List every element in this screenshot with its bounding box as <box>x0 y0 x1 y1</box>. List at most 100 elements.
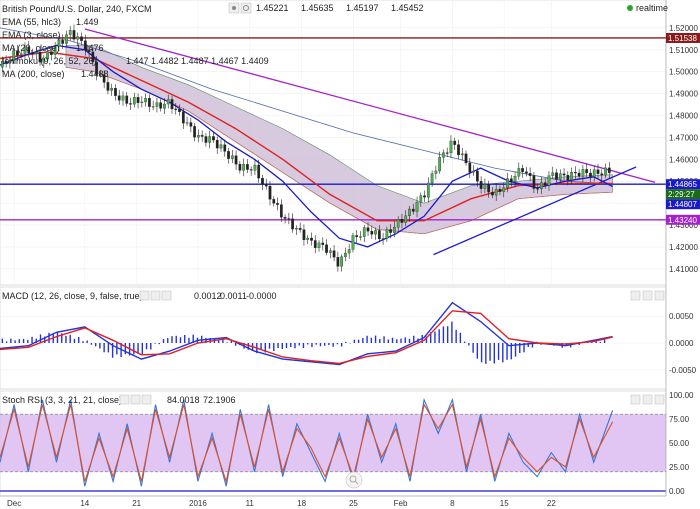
candle-body <box>400 219 404 223</box>
macd-close-icon[interactable] <box>161 290 172 301</box>
indicator-name: EMA (3, close) <box>2 30 61 40</box>
candle-body <box>351 235 355 250</box>
candle-body <box>502 187 506 192</box>
price-tick-label: 1.46000 <box>669 155 698 164</box>
price-tick-label: 1.51000 <box>669 46 698 55</box>
rsi-value-1: 84.0018 <box>167 395 200 405</box>
candle-body <box>411 208 415 212</box>
candle-body <box>212 136 215 141</box>
candle-body <box>136 97 140 103</box>
candle-body <box>223 144 227 152</box>
realtime-label: realtime <box>636 3 668 13</box>
candle-body <box>170 99 174 110</box>
eye-icon[interactable] <box>228 2 240 14</box>
candle-body <box>472 170 475 173</box>
candle-body <box>268 185 272 200</box>
rsi-pane[interactable] <box>0 390 667 497</box>
candle-body <box>249 169 253 171</box>
candle-body <box>359 236 362 238</box>
candle-body <box>166 99 170 105</box>
candle-body <box>347 249 351 254</box>
candle-body <box>317 242 321 248</box>
zoom-icon[interactable] <box>345 471 363 489</box>
candle-body <box>298 228 302 230</box>
candle-body <box>468 162 472 173</box>
macd-tick-label: 0.0000 <box>669 339 694 348</box>
candle-body <box>321 242 325 245</box>
candle-body <box>125 95 129 104</box>
candle-body <box>227 151 230 159</box>
chart-root: 1.52000 1.51000 1.50000 1.49000 1.48000 1.470… <box>0 0 700 509</box>
candle-body <box>257 164 261 179</box>
price-tick-label: 1.48000 <box>669 111 698 120</box>
macd-settings-icon[interactable] <box>150 290 161 301</box>
candle-body <box>457 144 460 156</box>
candle-body <box>415 202 419 212</box>
candle-body <box>600 173 604 176</box>
candle-body <box>423 195 426 198</box>
indicator-name: MA (20, close) <box>2 43 60 53</box>
candle-body <box>574 172 577 174</box>
candle-body <box>336 257 340 267</box>
candle-body <box>193 126 196 138</box>
rsi-pane-controls[interactable] <box>630 394 665 405</box>
candle-body <box>272 199 276 204</box>
candle-body <box>506 178 509 188</box>
candle-body <box>596 169 600 174</box>
candle-body <box>404 215 408 223</box>
macd-tick-label: -0.0050 <box>669 366 697 375</box>
candle-body <box>551 172 555 176</box>
macd-title: MACD (12, 26, close, 9, false, true) <box>2 291 143 301</box>
macd-value-3: -0.0000 <box>246 291 277 301</box>
candle-body <box>306 237 310 240</box>
price-axis-label: 2:29:27 <box>668 190 695 199</box>
price-axis-label: 1.44807 <box>668 200 697 209</box>
macd-pane[interactable] <box>0 286 667 390</box>
macd-eye-icon[interactable] <box>139 290 150 301</box>
symbol-title: British Pound/U.S. Dollar, 240, FXCM <box>2 4 152 14</box>
rsi-close-icon[interactable] <box>141 394 152 405</box>
candle-body <box>155 102 159 107</box>
time-tick-label: 2016 <box>189 499 207 508</box>
candle-body <box>197 135 200 138</box>
candle-body <box>129 103 132 105</box>
candle-body <box>204 136 208 143</box>
rsi-settings-icon[interactable] <box>130 394 141 405</box>
candle-body <box>238 164 242 171</box>
time-tick-label: Dec <box>7 499 21 508</box>
time-tick-label: 18 <box>297 499 306 508</box>
candle-body <box>230 155 234 159</box>
candle-body <box>540 182 543 189</box>
price-tick-label: 1.42000 <box>669 243 698 252</box>
indicator-value: 1.449 <box>76 17 99 27</box>
indicator-name: MA (200, close) <box>2 69 65 79</box>
candle-body <box>566 174 570 181</box>
candle-body <box>570 172 573 181</box>
candle-body <box>374 230 377 235</box>
candle-body <box>215 139 219 149</box>
realtime-dot-icon <box>627 5 633 11</box>
macd-pane-controls[interactable] <box>630 290 665 301</box>
candle-body <box>487 184 491 193</box>
settings-icon[interactable] <box>240 2 252 14</box>
candle-body <box>604 167 607 176</box>
ohlc-open: 1.45221 <box>256 3 289 13</box>
candle-body <box>325 244 328 253</box>
time-tick-label: 22 <box>547 499 556 508</box>
candle-body <box>332 250 336 258</box>
candle-body <box>445 152 449 154</box>
candle-body <box>144 98 147 103</box>
candle-body <box>532 175 536 189</box>
candle-body <box>381 238 385 240</box>
time-tick-label: 25 <box>349 499 358 508</box>
rsi-tick-label: 50.00 <box>669 439 690 448</box>
candle-body <box>453 140 457 145</box>
candle-body <box>174 108 178 110</box>
candle-body <box>517 168 521 177</box>
price-tick-label: 1.41000 <box>669 265 698 274</box>
candle-body <box>396 219 400 228</box>
candle-body <box>189 122 193 127</box>
candle-body <box>163 103 166 109</box>
rsi-eye-icon[interactable] <box>119 394 130 405</box>
candle-body <box>581 169 585 177</box>
